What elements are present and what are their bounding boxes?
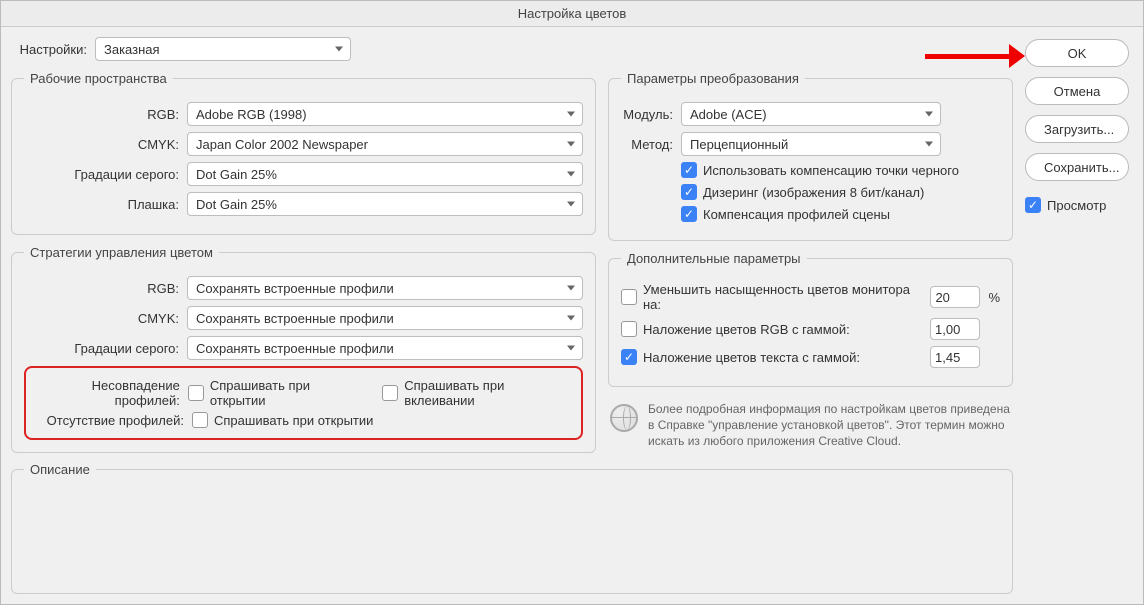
mismatch-open-checkbox[interactable]: Спрашивать при открытии [188,378,364,408]
advanced-group: Дополнительные параметры Уменьшить насыщ… [608,251,1013,387]
engine-label: Модуль: [621,107,673,122]
policy-rgb-select[interactable]: Сохранять встроенные профили [187,276,583,300]
settings-label: Настройки: [15,42,87,57]
workspaces-group: Рабочие пространства RGB: Adobe RGB (199… [11,71,596,235]
cmyk-label: CMYK: [24,137,179,152]
blend-rgb-checkbox[interactable]: Наложение цветов RGB с гаммой: [621,321,850,337]
conversion-group: Параметры преобразования Модуль: Adobe (… [608,71,1013,241]
policy-rgb-label: RGB: [24,281,179,296]
info-text: Более подробная информация по настройкам… [648,401,1011,450]
scene-label: Компенсация профилей сцены [703,207,890,222]
desaturate-input[interactable] [930,286,980,308]
dialog-title: Настройка цветов [1,1,1143,27]
desaturate-label: Уменьшить насыщенность цветов монитора н… [643,282,914,312]
missing-label: Отсутствие профилей: [34,413,184,428]
policy-cmyk-label: CMYK: [24,311,179,326]
blend-text-checkbox[interactable]: Наложение цветов текста с гаммой: [621,349,860,365]
save-button[interactable]: Сохранить... [1025,153,1129,181]
mismatch-paste-label: Спрашивать при вклеивании [404,378,573,408]
intent-select[interactable]: Перцепционный [681,132,941,156]
missing-open-label: Спрашивать при открытии [214,413,373,428]
cancel-button[interactable]: Отмена [1025,77,1129,105]
desaturate-unit: % [988,290,1000,305]
policies-group: Стратегии управления цветом RGB: Сохраня… [11,245,596,453]
preview-checkbox[interactable]: Просмотр [1025,197,1129,213]
mismatch-paste-checkbox[interactable]: Спрашивать при вклеивании [382,378,573,408]
blend-rgb-input[interactable] [930,318,980,340]
blend-text-label: Наложение цветов текста с гаммой: [643,350,860,365]
desaturate-checkbox[interactable]: Уменьшить насыщенность цветов монитора н… [621,282,914,312]
policy-cmyk-select[interactable]: Сохранять встроенные профили [187,306,583,330]
spot-label: Плашка: [24,197,179,212]
description-legend: Описание [24,462,96,477]
missing-open-checkbox[interactable]: Спрашивать при открытии [192,412,373,428]
dither-label: Дизеринг (изображения 8 бит/канал) [703,185,924,200]
policy-gray-select[interactable]: Сохранять встроенные профили [187,336,583,360]
ok-button[interactable]: OK [1025,39,1129,67]
conversion-legend: Параметры преобразования [621,71,805,86]
blend-rgb-label: Наложение цветов RGB с гаммой: [643,322,850,337]
workspaces-legend: Рабочие пространства [24,71,173,86]
rgb-label: RGB: [24,107,179,122]
description-group: Описание [11,462,1013,594]
gray-label: Градации серого: [24,167,179,182]
engine-select[interactable]: Adobe (ACE) [681,102,941,126]
mismatch-label: Несовпадение профилей: [34,378,180,408]
color-settings-dialog: Настройка цветов Настройки: Заказная Раб… [0,0,1144,605]
globe-icon [610,404,638,432]
intent-label: Метод: [621,137,673,152]
info-row: Более подробная информация по настройкам… [608,397,1013,454]
rgb-workspace-select[interactable]: Adobe RGB (1998) [187,102,583,126]
blend-text-input[interactable] [930,346,980,368]
dither-checkbox[interactable]: Дизеринг (изображения 8 бит/канал) [681,184,924,200]
scene-checkbox[interactable]: Компенсация профилей сцены [681,206,890,222]
bpc-checkbox[interactable]: Использовать компенсацию точки черного [681,162,959,178]
policies-legend: Стратегии управления цветом [24,245,219,260]
mismatch-open-label: Спрашивать при открытии [210,378,364,408]
profile-prompts-highlight: Несовпадение профилей: Спрашивать при от… [24,366,583,440]
spot-workspace-select[interactable]: Dot Gain 25% [187,192,583,216]
load-button[interactable]: Загрузить... [1025,115,1129,143]
advanced-legend: Дополнительные параметры [621,251,807,266]
gray-workspace-select[interactable]: Dot Gain 25% [187,162,583,186]
policy-gray-label: Градации серого: [24,341,179,356]
bpc-label: Использовать компенсацию точки черного [703,163,959,178]
settings-select[interactable]: Заказная [95,37,351,61]
cmyk-workspace-select[interactable]: Japan Color 2002 Newspaper [187,132,583,156]
preview-label: Просмотр [1047,198,1106,213]
